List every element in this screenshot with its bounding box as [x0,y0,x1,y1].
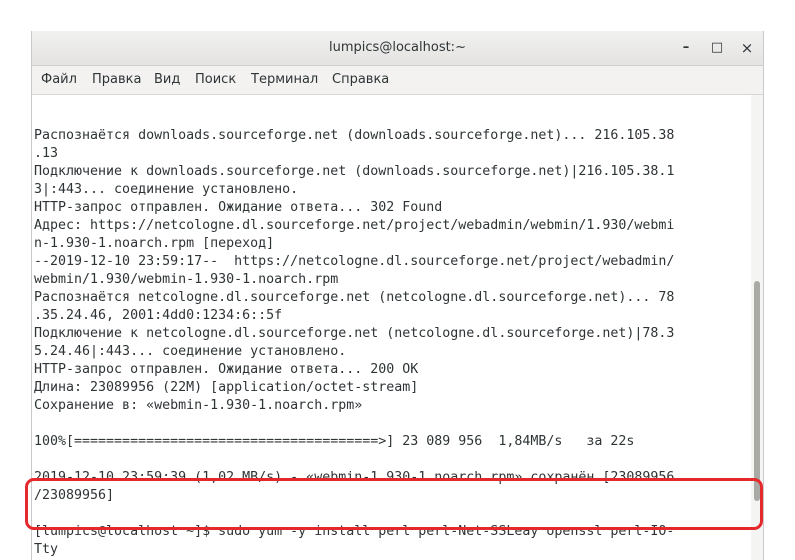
command-prompt-line: [lumpics@localhost ~]$ sudo yum -y insta… [34,524,675,539]
terminal-line: webmin/1.930/webmin-1.930-1.noarch.rpm [34,272,339,287]
terminal-line: .13 [34,146,59,161]
terminal-line: Подключение к downloads.sourceforge.net … [34,164,675,179]
menu-file[interactable]: Файл [41,72,77,87]
maximize-button[interactable]: □ [706,37,728,59]
scrollbar-thumb[interactable] [754,281,760,501]
menu-search[interactable]: Поиск [195,72,236,87]
terminal-line: HTTP-запрос отправлен. Ожидание ответа..… [34,200,443,215]
terminal-line: HTTP-запрос отправлен. Ожидание ответа..… [34,362,419,377]
menu-edit[interactable]: Правка [92,72,141,87]
terminal-line: /23089956] [34,488,115,503]
title-bar[interactable]: lumpics@localhost:~ – □ × [32,31,763,66]
scrollbar[interactable] [751,95,763,560]
menu-view[interactable]: Вид [154,72,180,87]
menu-help[interactable]: Справка [332,72,389,87]
menu-terminal[interactable]: Терминал [251,72,318,87]
terminal-line: Распознаётся downloads.sourceforge.net (… [34,128,675,143]
terminal-line: Распознаётся netcologne.dl.sourceforge.n… [34,290,675,305]
terminal-line: Сохранение в: «webmin-1.930-1.noarch.rpm… [34,398,363,413]
terminal-line: Адрес: https://netcologne.dl.sourceforge… [34,218,675,233]
terminal-window: lumpics@localhost:~ – □ × Файл Правка Ви… [31,31,764,560]
window-title: lumpics@localhost:~ [329,40,466,55]
terminal-line: --2019-12-10 23:59:17-- https://netcolog… [34,254,675,269]
close-button[interactable]: × [736,37,758,59]
terminal-line: 5.24.46|:443... соединение установлено. [34,344,347,359]
terminal-line: n-1.930-1.noarch.rpm [переход] [34,236,275,251]
progress-line: 100%[===================================… [34,434,635,449]
terminal-line: 2019-12-10 23:59:39 (1,02 MB/s) - «webmi… [34,470,675,485]
terminal-line: .35.24.46, 2001:4dd0:1234:6::5f [34,308,283,323]
command-prompt-line: Tty [34,542,59,557]
terminal-line: Длина: 23089956 (22M) [application/octet… [34,380,419,395]
terminal-line: Подключение к netcologne.dl.sourceforge.… [34,326,675,341]
minimize-button[interactable]: – [675,37,697,59]
terminal-output[interactable]: Распознаётся downloads.sourceforge.net (… [32,95,752,560]
terminal-line: 3|:443... соединение установлено. [34,182,299,197]
menu-bar: Файл Правка Вид Поиск Терминал Справка [32,66,763,95]
